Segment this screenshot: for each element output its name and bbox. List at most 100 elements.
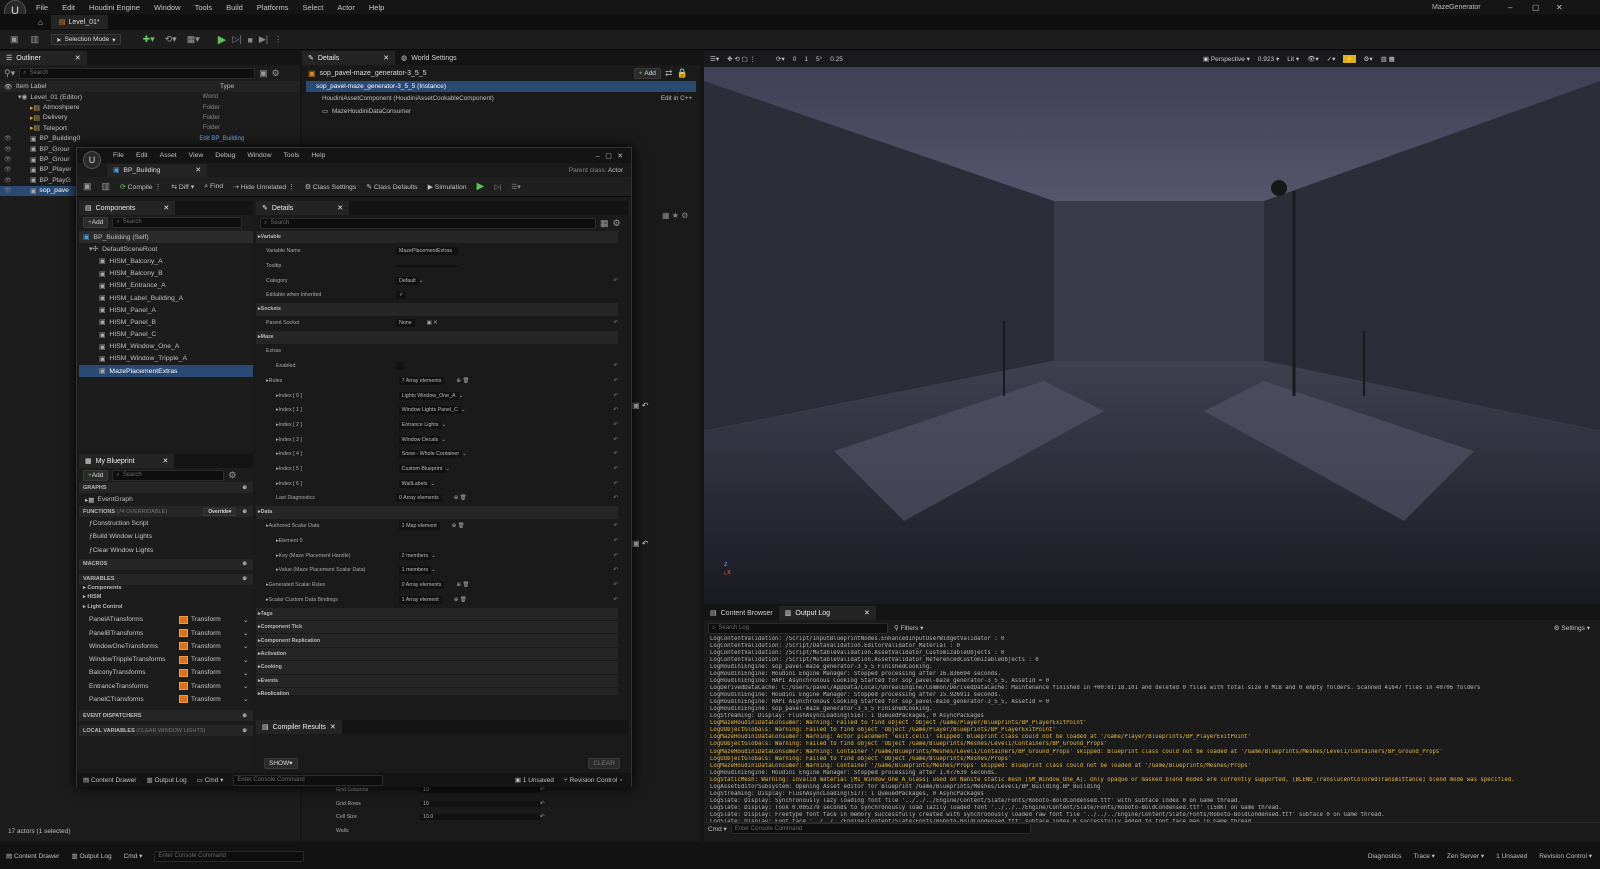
find-button[interactable]: ⌕ Find bbox=[204, 183, 223, 191]
edit-cpp-link[interactable]: Edit in C++ bbox=[661, 95, 692, 102]
reset-icon[interactable]: ↶ bbox=[614, 363, 618, 369]
details-property-row[interactable]: ▸ Index [ 1 ] Window Lights Panel_C ⌄ ↶ bbox=[256, 403, 618, 419]
chevron-down-icon[interactable]: ⌄ bbox=[431, 567, 435, 573]
grid-property-row[interactable]: Cell Size 10.0 ↶ bbox=[312, 811, 692, 825]
bp-menu-asset[interactable]: Asset bbox=[160, 152, 177, 159]
component-row[interactable]: ▣ HISM_Window_One_A bbox=[79, 341, 253, 353]
property-value[interactable]: Window Decals bbox=[398, 435, 442, 444]
details-property-row[interactable]: Last Diagnostics 0 Array elements ⊕ 🗑 ↶ bbox=[256, 491, 618, 507]
details-property-row[interactable]: ▸ Element 0 ↶ bbox=[256, 534, 618, 549]
lock-icon[interactable]: 🔒 bbox=[676, 68, 687, 78]
bp-tab[interactable]: ▣ BP_Building ✕ bbox=[107, 163, 207, 177]
property-value[interactable]: Window Lights Panel_C bbox=[398, 406, 461, 415]
chevron-down-icon[interactable]: ⌄ bbox=[243, 682, 249, 690]
lit-button[interactable]: Lit ▾ bbox=[1287, 55, 1299, 63]
bp-options-icon[interactable]: ☰▾ bbox=[511, 183, 521, 191]
property-value[interactable]: 1 Array element bbox=[398, 595, 442, 604]
bp-console-input[interactable]: Enter Console Command bbox=[233, 774, 384, 786]
bp-content-drawer-button[interactable]: ▤ Content Drawer bbox=[83, 776, 136, 784]
details-category[interactable]: ▸ Maze bbox=[256, 331, 618, 345]
add-graph-icon[interactable]: ⊕ bbox=[242, 485, 247, 491]
bp-details-search-input[interactable]: ⌕ Search bbox=[260, 217, 596, 229]
bp-step-button[interactable]: ▷| bbox=[494, 183, 501, 191]
outliner-row[interactable]: ▾◉ Level_01 (Editor) World bbox=[0, 92, 300, 102]
variable-type[interactable]: Transform bbox=[179, 682, 221, 691]
scale-snap-icon[interactable]: 0.25 bbox=[830, 56, 843, 63]
bp-menu-file[interactable]: File bbox=[113, 152, 124, 159]
maximize-button[interactable]: ▢ bbox=[1532, 3, 1540, 12]
component-row[interactable]: ▾✣ DefaultSceneRoot bbox=[79, 243, 253, 255]
bp-unreal-logo-icon[interactable]: U bbox=[83, 151, 101, 169]
close-icon[interactable]: ✕ bbox=[163, 457, 169, 465]
details-property-row[interactable]: ▸ Index [ 3 ] Window Decals ⌄ ↶ bbox=[256, 433, 618, 448]
bp-menu-tools[interactable]: Tools bbox=[284, 152, 300, 159]
array-controls-icon[interactable]: ⊕ 🗑 bbox=[454, 495, 467, 501]
console-input[interactable]: Enter Console Command bbox=[154, 850, 305, 862]
variable-category[interactable]: ▸ Components bbox=[79, 585, 253, 594]
details-property-row[interactable]: ▸ Index [ 4 ] Snow - Whole Container ⌄ ↶ bbox=[256, 447, 618, 463]
chevron-down-icon[interactable]: ⌄ bbox=[419, 278, 423, 284]
close-icon[interactable]: ✕ bbox=[383, 54, 389, 62]
transform-icons[interactable]: ✥ ⟲ ▢ ⋮ bbox=[727, 55, 756, 63]
property-value[interactable]: Snow - Whole Container bbox=[398, 450, 463, 459]
clear-button[interactable]: CLEAR bbox=[588, 757, 620, 769]
component-row[interactable]: ▣ HISM_Panel_B bbox=[79, 316, 253, 328]
unsaved-button[interactable]: 1 Unsaved bbox=[1496, 853, 1527, 860]
chevron-down-icon[interactable]: ⌄ bbox=[462, 451, 466, 457]
log-settings-button[interactable]: ⚙ Settings ▾ bbox=[1554, 624, 1590, 632]
save-icon[interactable]: ▣ bbox=[10, 35, 19, 44]
variable-item[interactable]: BalconyTransforms Transform ⌄ bbox=[79, 666, 253, 679]
variable-item[interactable]: PanelATransforms Transform ⌄ bbox=[79, 613, 253, 626]
tab-details[interactable]: ✎ Details ✕ bbox=[302, 51, 396, 65]
reset-icon[interactable]: ↶ bbox=[614, 538, 618, 544]
reset-icon[interactable]: ↶ bbox=[614, 567, 618, 573]
details-category[interactable]: ▸ Replication bbox=[256, 688, 618, 695]
content-drawer-button[interactable]: ▤ Content Drawer bbox=[6, 852, 59, 860]
details-property-row[interactable]: ▸ Index [ 0 ] Lights Window_One_A ⌄ ↶ bbox=[256, 389, 618, 404]
property-value[interactable]: Custom Blueprint bbox=[398, 464, 446, 473]
add-dispatcher-icon[interactable]: ⊕ bbox=[242, 713, 247, 719]
tab-world-settings[interactable]: ◍ World Settings bbox=[395, 51, 463, 65]
variable-item[interactable]: PanelBTransforms Transform ⌄ bbox=[79, 626, 253, 639]
cinematics-icon[interactable]: ▦▾ bbox=[187, 35, 200, 44]
reset-icon[interactable]: ↶ bbox=[614, 320, 618, 326]
component-row[interactable]: ▣ BP_Building (Self) bbox=[79, 231, 253, 244]
graphs-section[interactable]: GRAPHS ⊕ bbox=[79, 482, 253, 493]
close-icon[interactable]: ✕ bbox=[337, 204, 343, 212]
output-log-button[interactable]: ▥ Output Log bbox=[71, 852, 111, 860]
grid-property-value[interactable]: 10.0 bbox=[420, 814, 540, 821]
chevron-down-icon[interactable]: ⌄ bbox=[431, 553, 435, 559]
details-property-row[interactable]: Editable when Inherited ✓ bbox=[256, 288, 618, 304]
outliner-row[interactable]: ▸▤ Atmoshpere Folder bbox=[0, 102, 300, 112]
consumer-row[interactable]: ▭ MazeHoudiniDataConsumer bbox=[302, 104, 700, 118]
variable-item[interactable]: WindowTrippleTransforms Transform ⌄ bbox=[79, 653, 253, 666]
details-property-row[interactable]: ▸ Index [ 5 ] Custom Blueprint ⌄ ↶ bbox=[256, 462, 618, 477]
socket-browse-icon[interactable]: ▣ ✕ bbox=[427, 320, 438, 326]
details-category[interactable]: ▸ Tags bbox=[256, 607, 618, 622]
realtime-icon[interactable]: ✓▾ bbox=[1327, 55, 1336, 63]
details-category[interactable]: ▸ Sockets bbox=[256, 303, 618, 317]
reset-icon[interactable]: ↶ bbox=[614, 582, 618, 588]
step-button[interactable]: ▷| bbox=[232, 34, 241, 45]
details-category[interactable]: ▸ Cooking bbox=[256, 661, 618, 675]
property-value[interactable] bbox=[396, 264, 458, 267]
diagnostics-button[interactable]: Diagnostics bbox=[1368, 853, 1402, 860]
add-component-button[interactable]: + Add bbox=[83, 216, 109, 228]
simulation-button[interactable]: ▶ Simulation bbox=[428, 183, 467, 191]
property-value[interactable]: WallLabels bbox=[398, 479, 431, 488]
property-value[interactable]: 7 Array elements bbox=[398, 376, 445, 385]
class-settings-button[interactable]: ⚙ Class Settings bbox=[305, 183, 356, 191]
tab-compiler-results[interactable]: ▤ Compiler Results ✕ bbox=[256, 720, 342, 734]
array-controls-icon[interactable]: ⊕ 🗑 bbox=[454, 597, 467, 603]
chevron-down-icon[interactable]: ⌄ bbox=[441, 437, 445, 443]
bp-minimize-button[interactable]: – bbox=[596, 153, 600, 160]
menu-item-platforms[interactable]: Platforms bbox=[257, 3, 289, 12]
property-value[interactable]: 0 Array elements bbox=[396, 494, 442, 503]
play-button[interactable]: ▶ bbox=[218, 33, 226, 46]
chevron-down-icon[interactable]: ⌄ bbox=[243, 642, 249, 650]
zen-server-button[interactable]: Zen Server ▾ bbox=[1447, 852, 1484, 860]
details-property-row[interactable]: Enabled ↶ bbox=[256, 359, 618, 374]
component-row[interactable]: HoudiniAssetComponent (HoudiniAssetCooka… bbox=[302, 92, 700, 104]
property-value[interactable] bbox=[399, 540, 405, 542]
property-value[interactable] bbox=[396, 362, 404, 371]
